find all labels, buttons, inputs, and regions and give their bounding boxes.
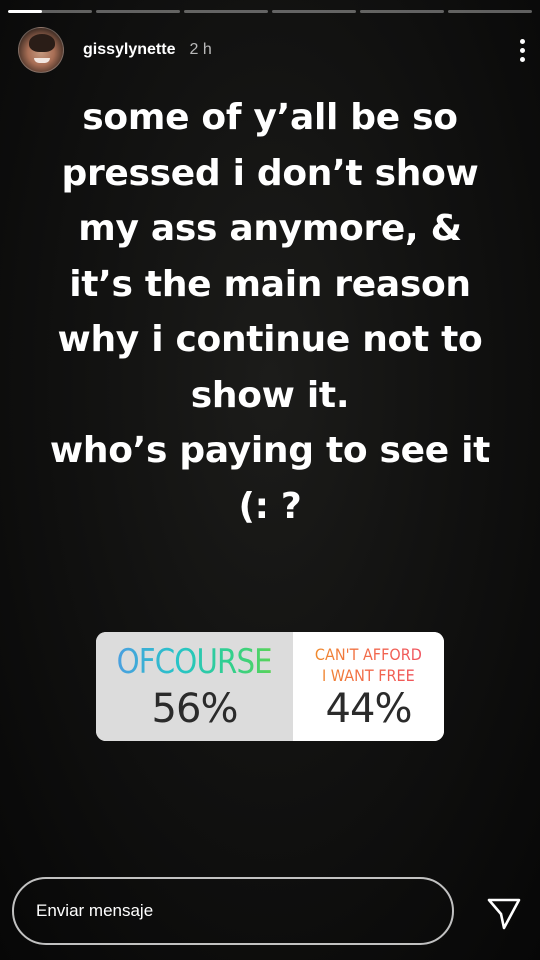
- progress-segment: [96, 10, 180, 13]
- progress-segment: [360, 10, 444, 13]
- time-ago: 2 h: [189, 41, 212, 58]
- send-button[interactable]: [484, 893, 524, 933]
- poll-sticker: OFCOURSE 56% CAN'T AFFORD I WANT FREE 44…: [96, 632, 444, 741]
- poll-option-1[interactable]: OFCOURSE 56%: [96, 632, 293, 741]
- avatar[interactable]: [18, 27, 64, 73]
- poll-option-2-percent: 44%: [325, 686, 413, 732]
- poll-option-2[interactable]: CAN'T AFFORD I WANT FREE 44%: [293, 632, 444, 741]
- progress-segment: [8, 10, 92, 13]
- paper-plane-icon: [487, 898, 521, 930]
- more-options-button[interactable]: [510, 35, 534, 65]
- progress-segment: [448, 10, 532, 13]
- progress-segment-fill: [8, 10, 42, 13]
- poll-option-1-percent: 56%: [151, 686, 239, 732]
- message-input[interactable]: Enviar mensaje: [12, 877, 454, 945]
- poll-option-1-label: OFCOURSE: [116, 642, 273, 682]
- story-header: gissylynette 2 h: [18, 24, 525, 76]
- more-vertical-icon: [519, 38, 525, 44]
- message-input-placeholder: Enviar mensaje: [36, 901, 154, 920]
- username[interactable]: gissylynette: [83, 41, 175, 59]
- story-text: some of y’all be so pressed i don’t show…: [49, 97, 491, 527]
- story-progress-bar: [8, 10, 532, 13]
- progress-segment: [272, 10, 356, 13]
- poll-option-2-label: CAN'T AFFORD I WANT FREE: [315, 645, 422, 685]
- story-viewer[interactable]: gissylynette 2 h some of y’all be so pre…: [0, 0, 540, 960]
- progress-segment: [184, 10, 268, 13]
